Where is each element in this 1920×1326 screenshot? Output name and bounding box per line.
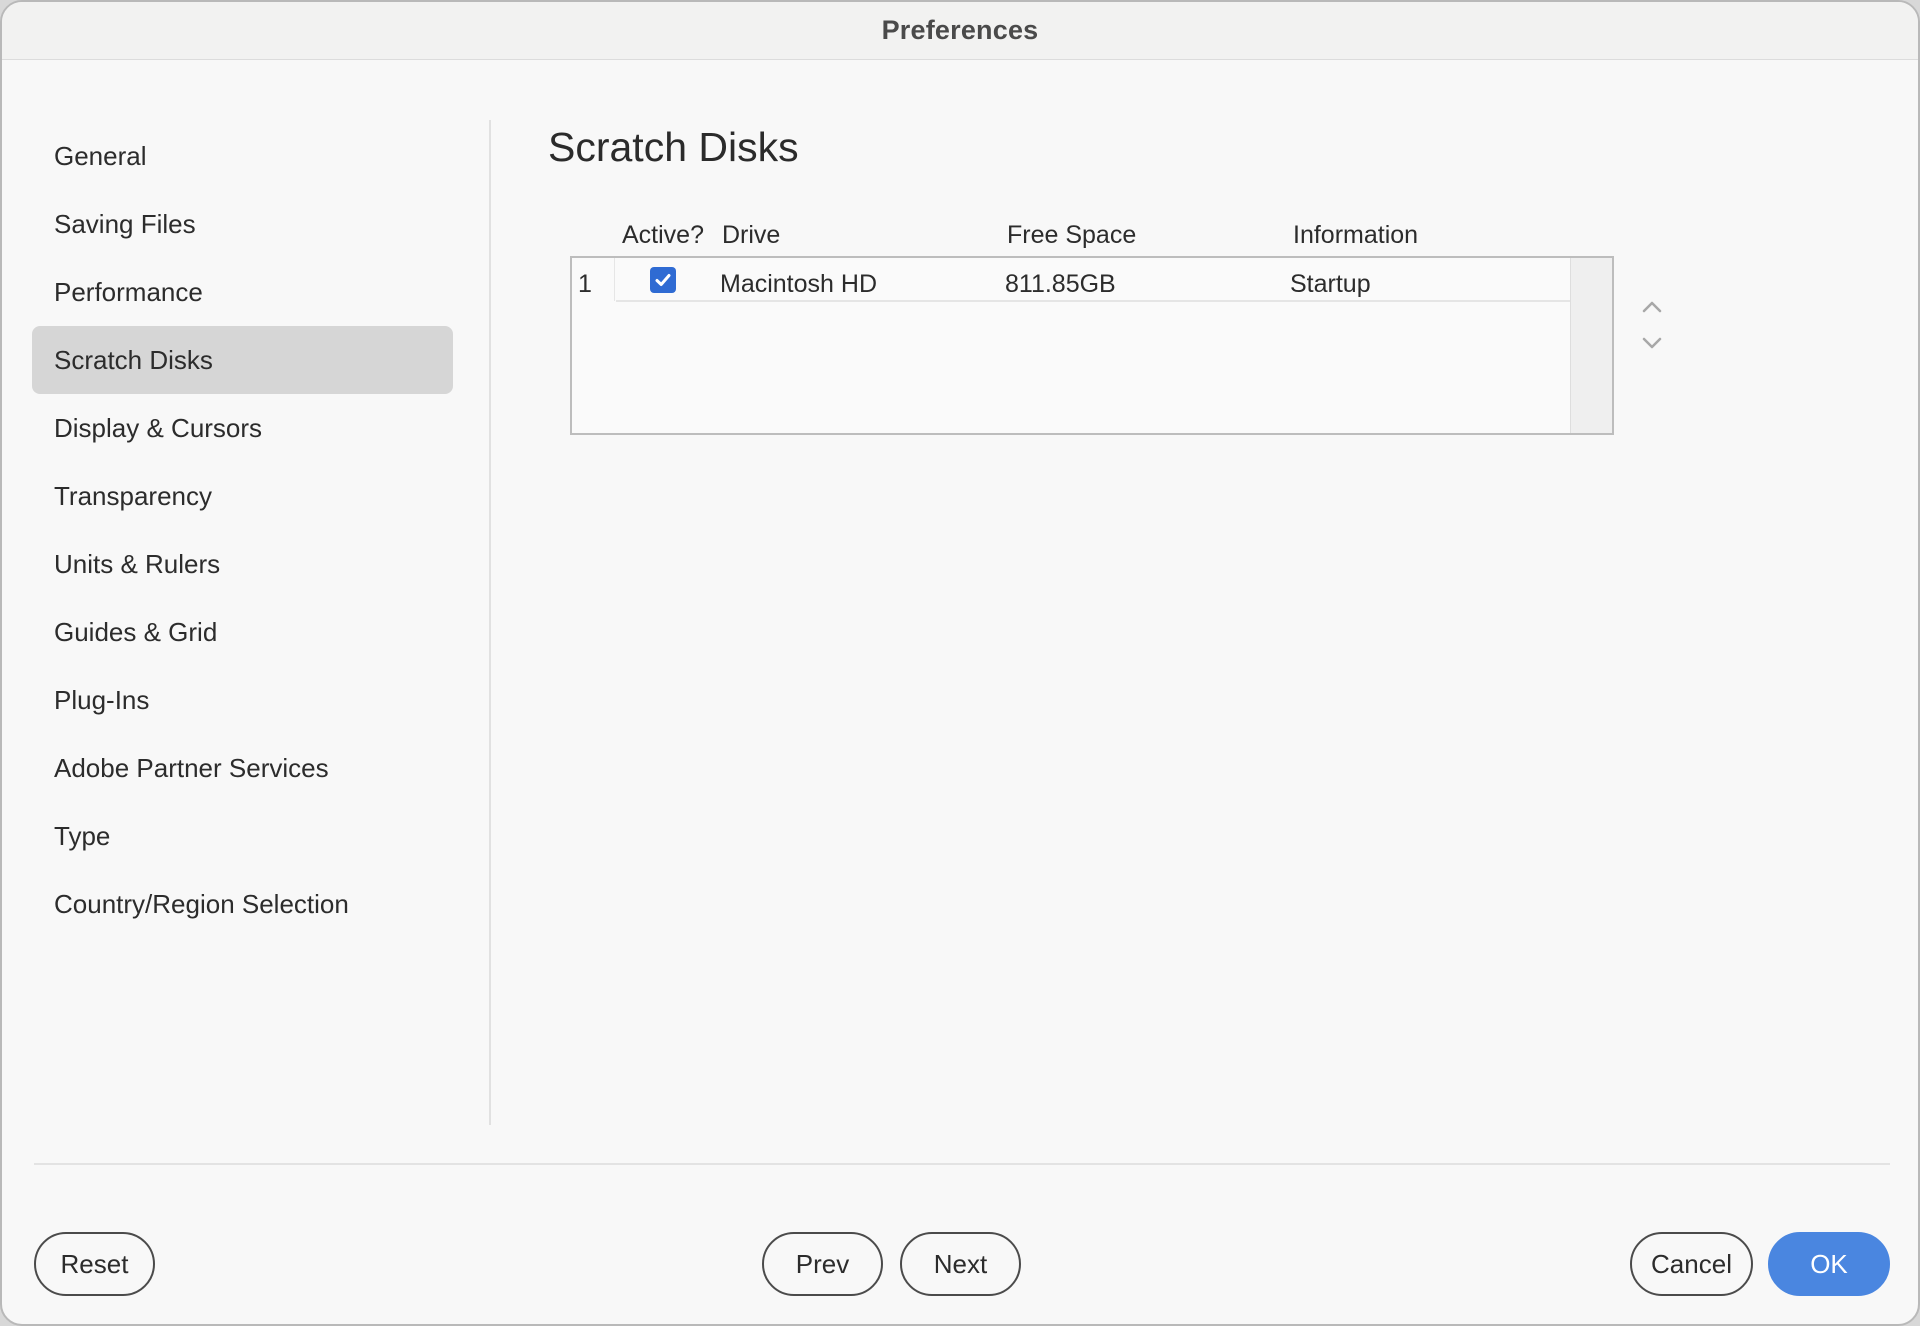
table-header: Active? Drive Free Space Information (2, 215, 1918, 255)
page-title: Scratch Disks (548, 124, 799, 170)
title-bar: Preferences (2, 2, 1918, 60)
window-title: Preferences (881, 15, 1039, 45)
sidebar-item-general[interactable]: General (32, 122, 453, 190)
row-index: 1 (578, 270, 592, 298)
column-header-information[interactable]: Information (1293, 215, 1418, 255)
cancel-button[interactable]: Cancel (1630, 1232, 1753, 1296)
scratch-disk-table: 1 Macintosh HD 811.85GB Startup (570, 256, 1614, 435)
sidebar-item-performance[interactable]: Performance (32, 258, 453, 326)
active-checkbox[interactable] (650, 267, 676, 293)
column-header-active[interactable]: Active? (622, 215, 704, 255)
footer-divider (34, 1163, 1890, 1165)
drive-name: Macintosh HD (720, 270, 877, 298)
sidebar-item-type[interactable]: Type (32, 802, 453, 870)
reset-button[interactable]: Reset (34, 1232, 155, 1296)
move-down-button[interactable] (1636, 326, 1668, 358)
sidebar-divider (489, 120, 491, 1125)
sidebar-item-country-region[interactable]: Country/Region Selection (32, 870, 453, 938)
reorder-arrows (1636, 292, 1668, 362)
prev-button[interactable]: Prev (762, 1232, 883, 1296)
move-up-button[interactable] (1636, 292, 1668, 324)
table-scrollbar[interactable] (1570, 258, 1612, 433)
row-number-divider (614, 258, 615, 301)
chevron-down-icon (1642, 337, 1662, 349)
checkmark-icon (655, 274, 671, 286)
sidebar-item-units-rulers[interactable]: Units & Rulers (32, 530, 453, 598)
sidebar-item-adobe-partner-services[interactable]: Adobe Partner Services (32, 734, 453, 802)
column-header-free-space[interactable]: Free Space (1007, 215, 1136, 255)
next-button[interactable]: Next (900, 1232, 1021, 1296)
preferences-window: Preferences General Saving Files Perform… (0, 0, 1920, 1326)
table-row[interactable]: 1 Macintosh HD 811.85GB Startup (572, 258, 1572, 302)
sidebar-item-display-cursors[interactable]: Display & Cursors (32, 394, 453, 462)
sidebar-item-plug-ins[interactable]: Plug-Ins (32, 666, 453, 734)
sidebar-item-guides-grid[interactable]: Guides & Grid (32, 598, 453, 666)
sidebar-item-transparency[interactable]: Transparency (32, 462, 453, 530)
free-space-value: 811.85GB (1005, 270, 1116, 298)
row-divider (616, 300, 1572, 302)
chevron-up-icon (1642, 301, 1662, 313)
information-value: Startup (1290, 270, 1371, 298)
column-header-drive[interactable]: Drive (722, 215, 780, 255)
sidebar-item-scratch-disks[interactable]: Scratch Disks (32, 326, 453, 394)
ok-button[interactable]: OK (1768, 1232, 1890, 1296)
